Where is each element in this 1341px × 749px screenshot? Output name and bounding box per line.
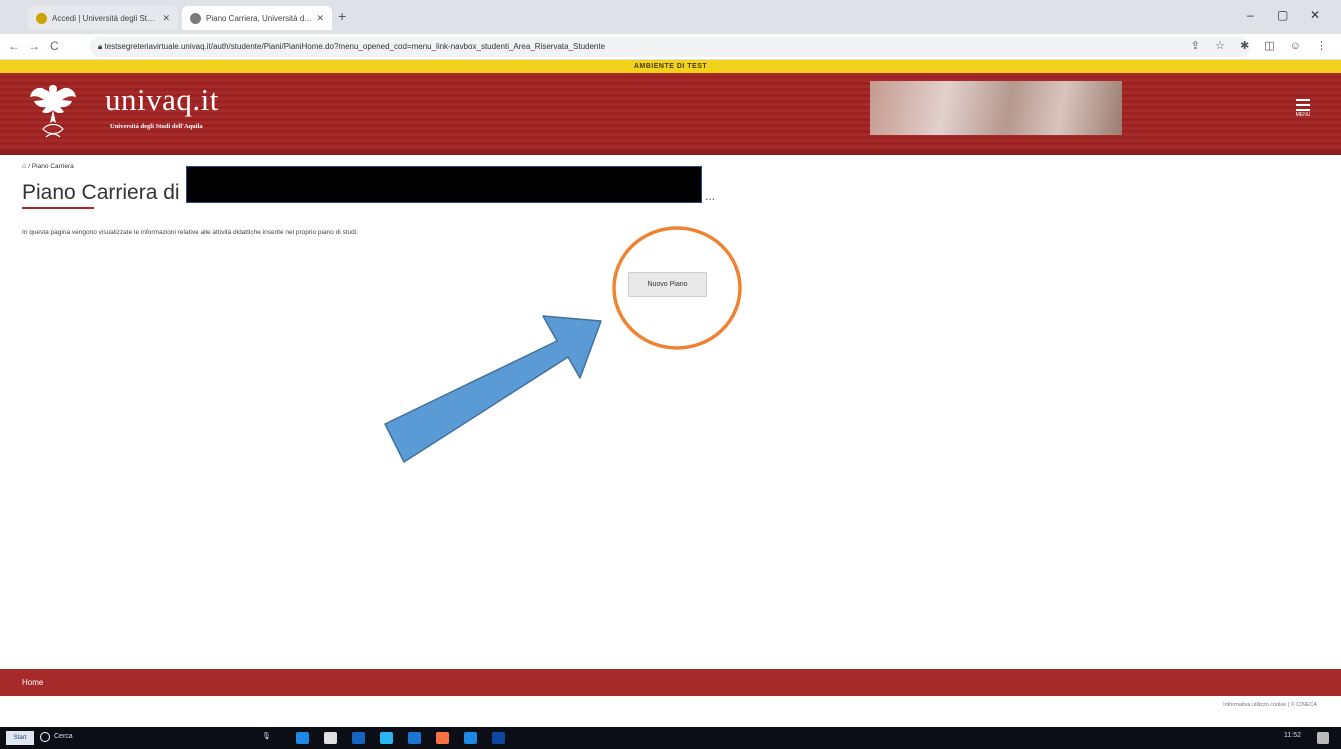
site-logo-subtitle: Università degli Studi dell'Aquila <box>110 123 203 130</box>
edge-icon[interactable] <box>296 732 309 744</box>
hamburger-icon <box>1296 99 1310 111</box>
site-footer: Home <box>0 669 1341 696</box>
files-icon[interactable] <box>352 732 365 744</box>
mail-icon[interactable] <box>408 732 421 744</box>
browser-tab-strip: Accedi | Università degli Studi de... ✕ … <box>0 0 1341 34</box>
eagle-logo-icon[interactable] <box>28 79 78 145</box>
minimize-button[interactable]: – <box>1247 8 1254 22</box>
tab-title: Accedi | Università degli Studi de... <box>52 13 158 23</box>
title-underline <box>22 207 94 209</box>
tab-title: Piano Carriera, Università di Ul... <box>206 13 313 23</box>
site-header: univaq.it Università degli Studi dell'Aq… <box>0 73 1341 150</box>
new-tab-button[interactable]: + <box>338 8 346 24</box>
start-button[interactable]: Start <box>6 731 34 745</box>
redaction-box <box>186 166 702 203</box>
globe-favicon-icon <box>190 12 201 24</box>
pointer-arrow-icon <box>384 315 602 463</box>
breadcrumb: ⌂ / Piano Carriera <box>22 163 74 170</box>
taskbar-search[interactable]: Cerca <box>54 733 73 740</box>
footer-home-link[interactable]: Home <box>22 678 43 687</box>
close-tab-icon[interactable]: ✕ <box>316 13 324 24</box>
header-photo <box>870 81 1122 135</box>
header-bottom-strip <box>0 150 1341 155</box>
site-logo-text[interactable]: univaq.it <box>105 82 219 118</box>
maximize-button[interactable]: ▢ <box>1277 8 1288 22</box>
home-icon[interactable]: ⌂ <box>22 163 26 170</box>
menu-button[interactable]: MENU <box>1295 99 1311 118</box>
page-title: Piano Carriera di <box>22 181 180 204</box>
page-description: In questa pagina vengono visualizzate le… <box>22 229 359 236</box>
footer-note[interactable]: Informativa utilizzo cookie | © CINECA <box>1223 702 1317 708</box>
browser-toolbar: ← → C 🔒︎ testsegreteriavirtuale.univaq.i… <box>0 34 1341 60</box>
address-bar[interactable]: 🔒︎ testsegreteriavirtuale.univaq.it/auth… <box>90 37 1250 57</box>
test-environment-banner: AMBIENTE DI TEST <box>0 60 1341 73</box>
menu-label: MENU <box>1295 112 1311 118</box>
tab-login[interactable]: Accedi | Università degli Studi de... ✕ <box>28 6 178 30</box>
store-icon[interactable] <box>324 732 337 744</box>
browser-extension-icons[interactable]: ⇪ ☆ ✱ ◫ ☺ ⋮ <box>1191 39 1333 52</box>
notification-icon[interactable] <box>1317 732 1329 744</box>
word-icon[interactable] <box>492 732 505 744</box>
microphone-icon[interactable]: 🎙 <box>262 732 271 740</box>
screen: Accedi | Università degli Studi de... ✕ … <box>0 0 1341 749</box>
windows-taskbar: Start Cerca 🎙 11:52 <box>0 727 1341 749</box>
page-title-tail: ... <box>705 189 716 203</box>
close-tab-icon[interactable]: ✕ <box>162 13 170 24</box>
system-clock[interactable]: 11:52 <box>1284 732 1301 739</box>
univaq-favicon-icon <box>36 12 47 24</box>
firefox-icon[interactable] <box>436 732 449 744</box>
breadcrumb-current: / Piano Carriera <box>28 163 74 170</box>
forward-button[interactable]: → <box>28 39 40 53</box>
app-icon[interactable] <box>464 732 477 744</box>
reload-button[interactable]: C <box>50 39 59 53</box>
close-window-button[interactable]: ✕ <box>1310 8 1320 22</box>
chrome-icon[interactable] <box>380 732 393 744</box>
tab-piano-carriera[interactable]: Piano Carriera, Università di Ul... ✕ <box>182 6 332 30</box>
back-button[interactable]: ← <box>8 39 20 53</box>
url-text: testsegreteriavirtuale.univaq.it/auth/st… <box>104 42 606 51</box>
new-plan-button[interactable]: Nuovo Piano <box>628 272 707 297</box>
search-icon[interactable] <box>40 732 50 742</box>
